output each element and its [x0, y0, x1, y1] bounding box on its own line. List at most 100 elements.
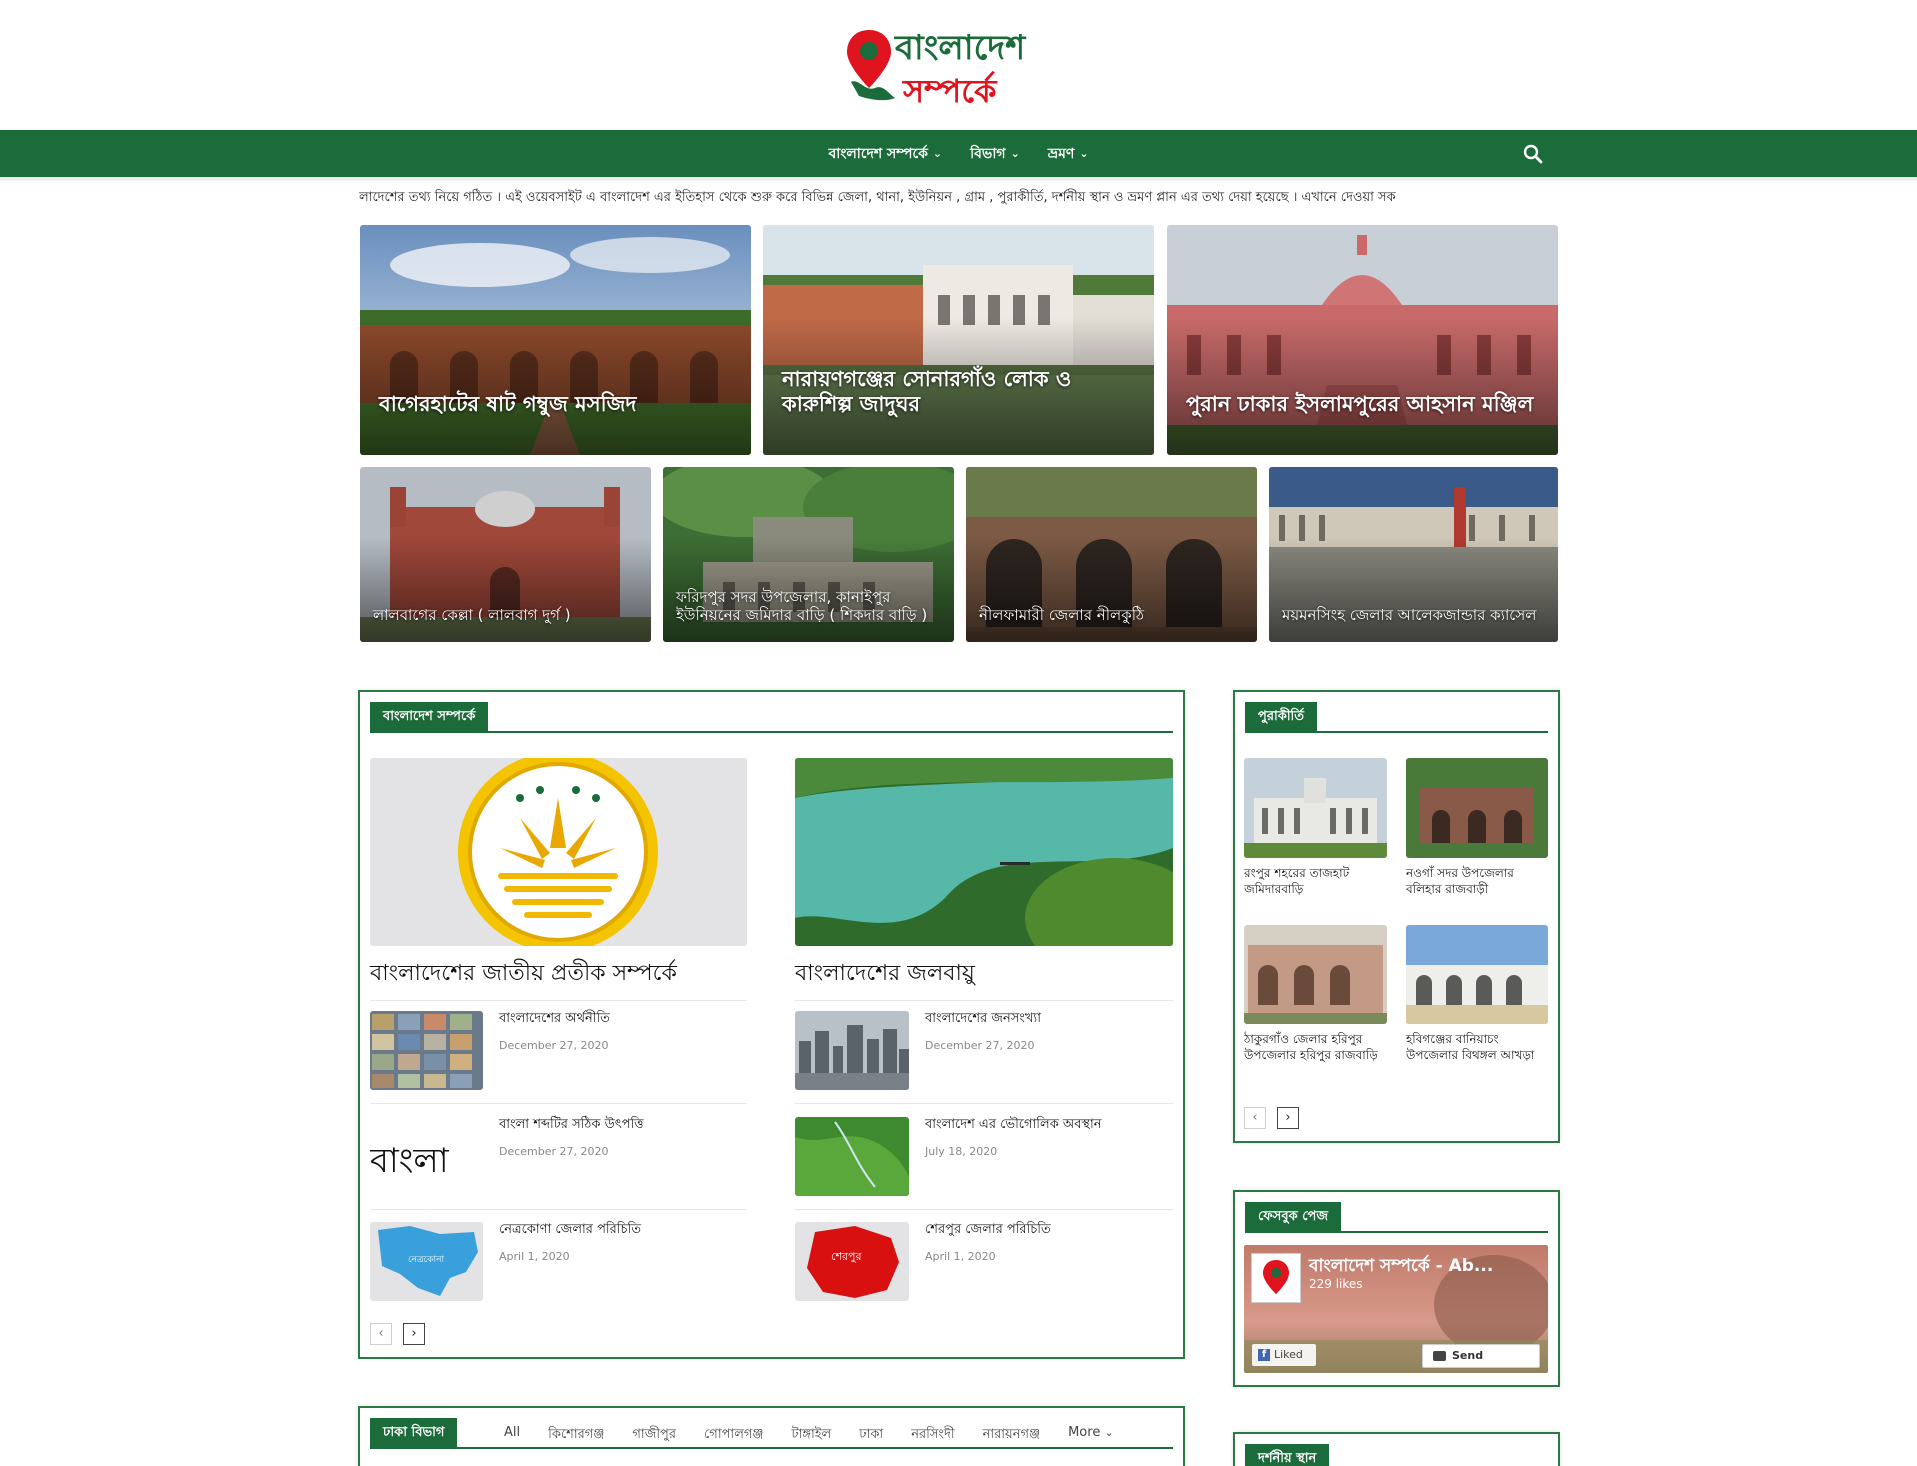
- divider: [795, 1000, 1173, 1001]
- facebook-liked-button[interactable]: f Liked: [1252, 1344, 1316, 1366]
- prev-page-button[interactable]: ‹: [1244, 1107, 1266, 1129]
- caption-shade: [1167, 317, 1558, 455]
- chevron-down-icon: ⌄: [1079, 147, 1089, 160]
- featured-tile-ahsan-manzil[interactable]: পুরান ঢাকার ইসলামপুরের আহসান মঞ্জিল: [1167, 225, 1558, 455]
- facebook-send-label: Send Message: [1452, 1349, 1506, 1373]
- post-title[interactable]: বাংলাদেশ এর ভৌগোলিক অবস্থান: [925, 1116, 1102, 1134]
- national-emblem-thumbnail[interactable]: [370, 758, 747, 946]
- tab-more-label: More: [1068, 1425, 1101, 1440]
- dhaka-division-tabs: All কিশোরগঞ্জ গাজীপুর গোপালগঞ্জ টাঙ্গাইল…: [504, 1425, 1114, 1445]
- tab-more[interactable]: More ⌄: [1068, 1425, 1114, 1445]
- featured-title[interactable]: নীলফামারী জেলার নীলকুঠি: [979, 606, 1241, 624]
- caption-shade: [360, 317, 751, 455]
- featured-tile-shikdar-bari[interactable]: ফরিদপুর সদর উপজেলার, কানাইপুর ইউনিয়নের …: [663, 467, 954, 642]
- logo-text-line2: সম্পর্কে: [903, 72, 997, 110]
- tab-kishoreganj[interactable]: কিশোরগঞ্জ: [548, 1425, 604, 1445]
- next-page-button[interactable]: ›: [1277, 1107, 1299, 1129]
- bithangal-akhra-photo-image: [1406, 925, 1548, 1024]
- nav-menu: বাংলাদেশ সম্পর্কে ⌄ বিভাগ ⌄ ভ্রমণ ⌄: [0, 130, 1917, 177]
- search-icon: [1523, 144, 1543, 164]
- post-title[interactable]: বাংলা শব্দটির সঠিক উৎপত্তি: [499, 1116, 644, 1134]
- lead-post-title[interactable]: বাংলাদেশের জলবায়ু: [795, 956, 975, 993]
- nav-shadow: [0, 177, 1917, 183]
- post-title[interactable]: নেত্রকোণা জেলার পরিচিতি: [499, 1221, 641, 1239]
- post-title[interactable]: শেরপুর জেলার পরিচিতি: [925, 1221, 1051, 1239]
- block-title[interactable]: বাংলাদেশ সম্পর্কে: [370, 702, 489, 731]
- tajhat-thumbnail[interactable]: [1244, 758, 1387, 858]
- nav-item-label: ভ্রমণ: [1047, 145, 1075, 162]
- bangla-word-thumbnail[interactable]: বাংলা: [370, 1117, 483, 1196]
- thumbnail-text: শেরপুর: [831, 1250, 862, 1263]
- block-title[interactable]: দর্শনীয় স্থান: [1245, 1444, 1330, 1466]
- nav-item-about-bangladesh[interactable]: বাংলাদেশ সম্পর্কে ⌄: [828, 142, 942, 166]
- facebook-send-message-button[interactable]: Send Message: [1422, 1344, 1540, 1373]
- featured-title[interactable]: ফরিদপুর সদর উপজেলার, কানাইপুর ইউনিয়নের …: [676, 588, 938, 624]
- facebook-icon: f: [1258, 1349, 1270, 1361]
- next-page-button[interactable]: ›: [403, 1323, 425, 1345]
- haripur-thumbnail[interactable]: [1244, 925, 1387, 1024]
- block-title[interactable]: পুরাকীর্তি: [1245, 702, 1318, 731]
- tab-dhaka[interactable]: ঢাকা: [859, 1425, 883, 1445]
- block-title[interactable]: ঢাকা বিভাগ: [370, 1418, 458, 1447]
- tab-gopalganj[interactable]: গোপালগঞ্জ: [704, 1425, 763, 1445]
- post-title[interactable]: ঠাকুরগাঁও জেলার হরিপুর উপজেলার হরিপুর রা…: [1244, 1032, 1384, 1063]
- featured-tile-sonargaon-museum[interactable]: নারায়ণগঞ্জের সোনারগাঁও লোক ও কারুশিল্প …: [763, 225, 1154, 455]
- featured-title[interactable]: নারায়ণগঞ্জের সোনারগাঁও লোক ও কারুশিল্প …: [782, 367, 1138, 417]
- divider: [370, 1103, 747, 1104]
- featured-title[interactable]: বাগেরহাটের ষাট গম্বুজ মসজিদ: [379, 392, 735, 417]
- map-pin-logo-icon: [1263, 1260, 1289, 1294]
- tajhat-palace-photo-image: [1244, 758, 1387, 858]
- chevron-down-icon: ⌄: [932, 147, 943, 160]
- netrokona-thumbnail[interactable]: নেত্রকোনা: [370, 1222, 483, 1301]
- nav-item-label: বিভাগ: [970, 145, 1006, 162]
- tab-narayanganj[interactable]: নারায়নগঞ্জ: [983, 1425, 1041, 1445]
- sights-block: দর্শনীয় স্থান: [1233, 1432, 1560, 1466]
- facebook-page-widget[interactable]: বাংলাদেশ সম্পর্কে - Ab... 229 likes f Li…: [1244, 1245, 1548, 1373]
- nav-item-divisions[interactable]: বিভাগ ⌄: [970, 142, 1020, 166]
- sherpur-thumbnail[interactable]: শেরপুর: [795, 1222, 909, 1301]
- currency-photo-image: [370, 1011, 483, 1090]
- divider: [795, 1209, 1173, 1210]
- prev-page-button[interactable]: ‹: [370, 1323, 392, 1345]
- block-header: ফেসবুক পেজ: [1245, 1202, 1548, 1233]
- post-title[interactable]: হবিগঞ্জের বানিয়াচং উপজেলার বিথঙ্গল আখড়…: [1406, 1032, 1546, 1063]
- post-date: December 27, 2020: [925, 1039, 1035, 1052]
- divider: [370, 1209, 747, 1210]
- message-icon: [1433, 1351, 1446, 1361]
- post-title[interactable]: নওগাঁ সদর উপজেলার বলিহার রাজবাড়ী: [1406, 866, 1546, 897]
- featured-title[interactable]: ময়মনসিংহ জেলার আলেকজান্ডার ক্যাসেল: [1282, 606, 1542, 624]
- featured-tile-alexander-castle[interactable]: ময়মনসিংহ জেলার আলেকজান্ডার ক্যাসেল: [1269, 467, 1558, 642]
- tab-tangail[interactable]: টাঙ্গাইল: [792, 1425, 832, 1445]
- post-title[interactable]: বাংলাদেশের জনসংখ্যা: [925, 1010, 1041, 1028]
- nav-item-travel[interactable]: ভ্রমণ ⌄: [1048, 142, 1089, 166]
- bithangal-thumbnail[interactable]: [1406, 925, 1548, 1024]
- climate-thumbnail[interactable]: [795, 758, 1173, 946]
- post-date: April 1, 2020: [499, 1250, 570, 1263]
- post-title[interactable]: রংপুর শহরের তাজহাট জমিদারবাড়ি: [1244, 866, 1384, 897]
- chevron-down-icon: ⌄: [1010, 147, 1020, 160]
- news-ticker: লাদেশের তথ্য নিয়ে গঠিত । এই ওয়েবসাইট এ…: [359, 190, 1396, 205]
- tab-all[interactable]: All: [504, 1425, 520, 1445]
- featured-title[interactable]: লালবাগের কেল্লা ( লালবাগ দুর্গ ): [373, 606, 635, 624]
- post-title[interactable]: বাংলাদেশের অর্থনীতি: [499, 1010, 610, 1028]
- site-logo[interactable]: বাংলাদেশ সম্পর্কে: [845, 22, 1070, 112]
- haripur-palace-photo-image: [1244, 925, 1387, 1024]
- featured-tile-sixty-dome-mosque[interactable]: বাগেরহাটের ষাট গম্বুজ মসজিদ: [360, 225, 751, 455]
- economy-thumbnail[interactable]: [370, 1011, 483, 1090]
- chevron-down-icon: ⌄: [1104, 1426, 1114, 1439]
- featured-tile-nilkuthi[interactable]: নীলফামারী জেলার নীলকুঠি: [966, 467, 1257, 642]
- tab-narsingdi[interactable]: নরসিংদী: [911, 1425, 954, 1445]
- block-title[interactable]: ফেসবুক পেজ: [1245, 1202, 1341, 1231]
- block-header: পুরাকীর্তি: [1245, 702, 1548, 733]
- population-thumbnail[interactable]: [795, 1011, 909, 1090]
- search-button[interactable]: [1520, 141, 1546, 167]
- lead-post-title[interactable]: বাংলাদেশের জাতীয় প্রতীক সম্পর্কে: [370, 956, 677, 993]
- geography-thumbnail[interactable]: [795, 1117, 909, 1196]
- post-date: December 27, 2020: [499, 1039, 609, 1052]
- facebook-avatar[interactable]: [1251, 1253, 1301, 1303]
- balihar-thumbnail[interactable]: [1406, 758, 1548, 858]
- featured-title[interactable]: পুরান ঢাকার ইসলামপুরের আহসান মঞ্জিল: [1186, 392, 1542, 417]
- post-date: April 1, 2020: [925, 1250, 996, 1263]
- featured-tile-lalbagh-fort[interactable]: লালবাগের কেল্লা ( লালবাগ দুর্গ ): [360, 467, 651, 642]
- tab-gazipur[interactable]: গাজীপুর: [632, 1425, 676, 1445]
